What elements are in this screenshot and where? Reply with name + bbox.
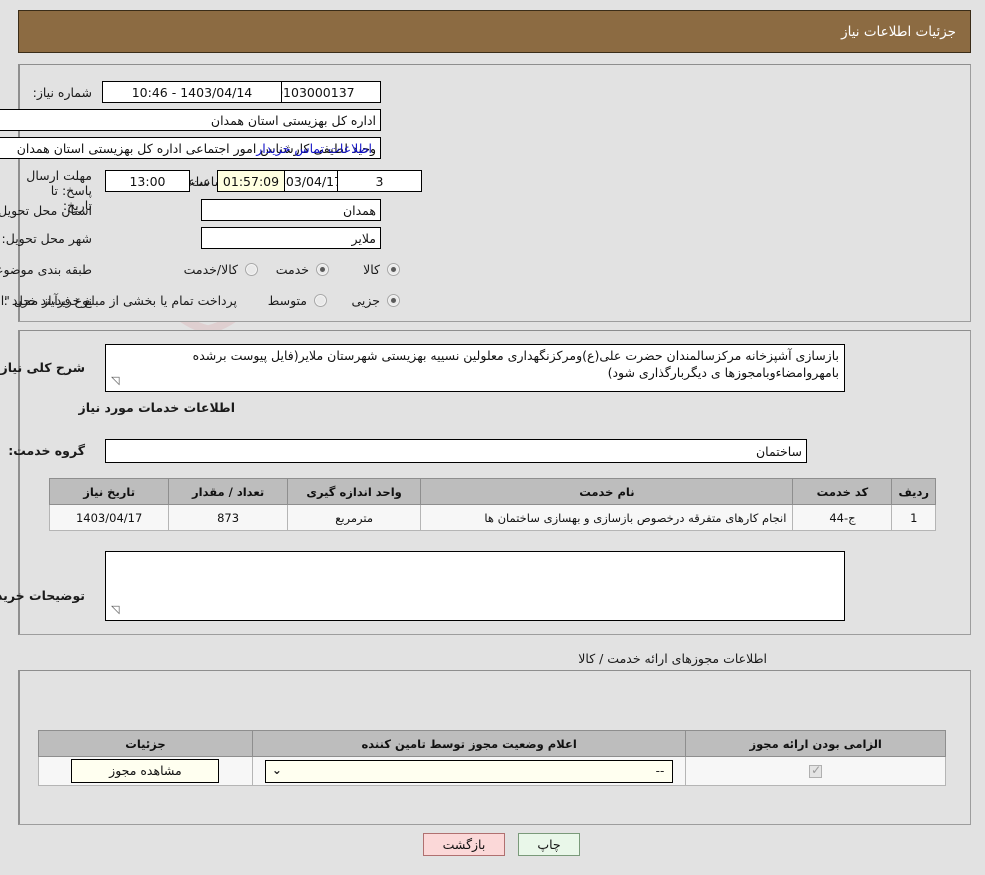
buyer-notes-textarea[interactable] [105,551,845,621]
col-qty: تعداد / مقدار [168,478,288,505]
buyer-contact-link[interactable]: اطلاعات تماس خریدار [256,141,372,156]
radio-category-kala[interactable] [387,263,400,276]
page-title: جزئیات اطلاعات نیاز [841,24,956,40]
city-input[interactable] [201,227,381,249]
cell-unit: مترمربع [286,504,422,531]
col-code: کد خدمت [792,478,893,505]
cell-permit-required [685,756,946,786]
cell-code: ج-44 [792,504,893,531]
category-label: طبقه بندی موضوعی: [0,262,92,277]
permit-status-value: -- [655,763,665,778]
permit-required-checkbox[interactable] [809,763,823,778]
treasury-note: پرداخت تمام یا بخشی از مبلغ خرید،از محل … [0,293,237,308]
city-label: شهر محل تحویل: [1,231,92,246]
page-header: جزئیات اطلاعات نیاز [18,10,971,53]
need-number-label: شماره نیاز: [32,85,92,100]
permit-status-select[interactable]: -- ⌄ [264,759,674,783]
public-announce-input[interactable] [102,81,282,103]
cell-name: انجام کارهای متفرقه درخصوص بازسازی و بهس… [420,504,794,531]
services-section-heading: اطلاعات خدمات مورد نیاز [78,400,236,415]
col-unit: واحد اندازه گیری [286,478,422,505]
col-permit-required: الزامی بودن ارائه مجوز [685,730,946,757]
service-group-input[interactable] [105,439,807,463]
description-textarea[interactable]: بازسازی آشپزخانه مرکزسالمندان حضرت علی(ع… [105,344,845,392]
col-name: نام خدمت [420,478,794,505]
description-label: شرح کلی نیاز: [0,360,85,375]
view-permit-button[interactable]: مشاهده مجوز [71,759,220,783]
province-input[interactable] [201,199,381,221]
radio-category-kala-label: کالا [363,262,380,277]
col-date: تاریخ نیاز [48,478,170,505]
col-permit-status: اعلام وضعیت مجوز توسط تامین کننده [251,730,687,757]
permits-heading: اطلاعات مجوزهای ارائه خدمت / کالا [578,651,767,666]
col-permit-detail: جزئیات [38,730,253,757]
col-row: ردیف [891,478,936,505]
service-group-label: گروه خدمت: [8,443,85,458]
buyer-notes-label: توضیحات خریدار: [0,588,85,603]
table-row: 1 ج-44 انجام کارهای متفرقه درخصوص بازساز… [48,504,936,531]
table-row: -- ⌄ مشاهده مجوز [38,756,946,786]
services-table-header-row: ردیف کد خدمت نام خدمت واحد اندازه گیری ت… [48,478,936,505]
hour-input[interactable] [105,170,190,192]
chevron-down-icon: ⌄ [271,762,282,777]
province-label: استان محل تحویل: [0,203,92,218]
services-table: ردیف کد خدمت نام خدمت واحد اندازه گیری ت… [48,478,936,531]
permits-table: الزامی بودن ارائه مجوز اعلام وضعیت مجوز … [38,730,946,786]
remaining-time-input[interactable] [217,170,285,192]
days-input[interactable] [337,170,422,192]
radio-purchase-minor-label: جزیی [351,293,380,308]
radio-category-kala-khedmat[interactable] [245,263,258,276]
radio-category-khedmat-label: خدمت [275,262,309,277]
cell-qty: 873 [168,504,288,531]
radio-category-khedmat[interactable] [316,263,329,276]
cell-row: 1 [891,504,936,531]
cell-date: 1403/04/17 [48,504,170,531]
radio-category-kala-khedmat-label: کالا/خدمت [183,262,238,277]
radio-purchase-minor[interactable] [387,294,400,307]
permits-table-header-row: الزامی بودن ارائه مجوز اعلام وضعیت مجوز … [38,730,946,757]
print-button[interactable]: چاپ [518,833,580,856]
cell-permit-status: -- ⌄ [251,756,687,786]
radio-purchase-medium-label: متوسط [267,293,307,308]
back-button[interactable]: بازگشت [423,833,505,856]
cell-permit-detail: مشاهده مجوز [38,756,253,786]
radio-purchase-medium[interactable] [314,294,327,307]
buyer-org-input[interactable] [0,109,381,131]
